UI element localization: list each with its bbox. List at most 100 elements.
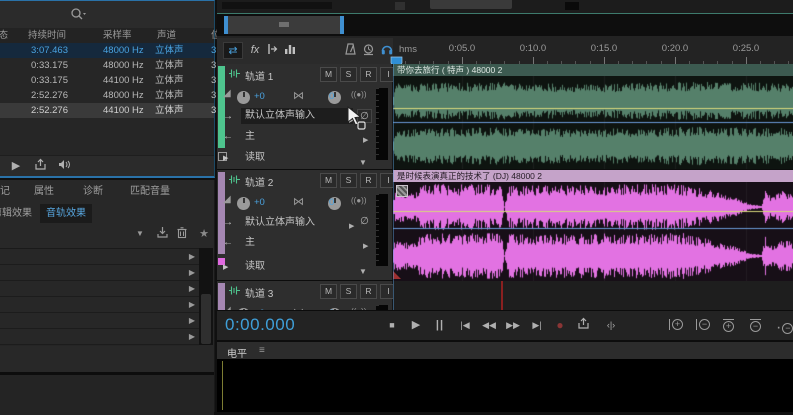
favorite-star-icon[interactable]: ★ (196, 226, 212, 242)
mute-button[interactable]: M (320, 173, 337, 188)
zoom-in-vertical-button[interactable]: ·−· (776, 319, 793, 337)
automation-dropdown-icon[interactable]: ▼ (359, 154, 367, 171)
effect-slot[interactable]: ▶ (0, 281, 199, 297)
tab-diagnostics[interactable]: 诊断 (83, 183, 103, 201)
slot-arrow-icon[interactable]: ▶ (189, 268, 195, 277)
solo-button[interactable]: S (340, 173, 357, 188)
autoplay-speaker-button[interactable] (56, 158, 72, 174)
effect-slot[interactable]: ▶ (0, 313, 199, 329)
slot-arrow-icon[interactable]: ▶ (189, 252, 195, 261)
subtab-track-effects[interactable]: 音轨效果 (40, 204, 92, 223)
slot-arrow-icon[interactable]: ▶ (189, 316, 195, 325)
col-status[interactable]: 状态 (0, 28, 12, 43)
delete-trash-icon[interactable] (174, 226, 190, 242)
file-row[interactable]: 3:07.463 48000 Hz 立体声 3 (0, 43, 214, 58)
effect-slot[interactable]: ▶ (0, 297, 199, 313)
metronome-icon[interactable] (343, 42, 358, 59)
track-input-selector[interactable]: 默认立体声输入 (241, 108, 353, 124)
clip-title[interactable]: 是时候表演真正的技术了 (DJ) 48000 2 (393, 170, 793, 182)
fast-forward-button[interactable]: ▶▶ (504, 317, 522, 333)
timeline-unit-label[interactable]: hms (399, 44, 417, 55)
move-tool-button[interactable]: ⇄ (223, 42, 243, 59)
tab-properties[interactable]: 属性 (34, 183, 54, 201)
zoom-navigator[interactable] (217, 14, 793, 36)
phase-invert-button[interactable]: ∅ (357, 215, 372, 229)
zoom-out-point-button[interactable]: − (696, 319, 710, 330)
clip-title[interactable]: 带你去旅行 ( 特声 ) 48000 2 (393, 64, 793, 76)
file-row[interactable]: 0:33.175 44100 Hz 立体声 3 (0, 73, 214, 88)
files-search-bar[interactable] (0, 1, 214, 29)
pan-value[interactable]: 0 (329, 197, 334, 208)
pause-button[interactable]: || (433, 317, 447, 333)
loop-playback-button[interactable] (575, 317, 591, 333)
volume-knob[interactable] (237, 91, 250, 104)
preset-dropdown-icon[interactable]: ▼ (132, 226, 148, 242)
record-button[interactable]: ● (553, 317, 567, 333)
skip-selection-icon[interactable] (361, 42, 376, 59)
search-icon[interactable] (70, 7, 86, 26)
subtab-clip-effects[interactable]: 剪辑效果 (0, 204, 38, 223)
skip-selection-button[interactable]: ‹|› (601, 317, 621, 333)
col-duration[interactable]: 持续时间 (28, 28, 66, 43)
slot-arrow-icon[interactable]: ▶ (189, 284, 195, 293)
monitor-input-icon[interactable]: ((●)) (351, 90, 367, 99)
mute-button[interactable]: M (320, 284, 337, 299)
input-expand-icon[interactable]: ▶ (349, 218, 354, 235)
pan-value[interactable]: 0 (329, 91, 334, 102)
effect-slot[interactable]: ▶ (0, 329, 199, 345)
track-name[interactable]: 轨道 1 (245, 68, 273, 83)
tab-markers[interactable]: 记 (0, 183, 10, 201)
volume-value[interactable]: +0 (254, 91, 265, 102)
play-button[interactable]: ▶ (409, 317, 423, 333)
fx-toggle-button[interactable]: fx (247, 42, 263, 59)
track1-clip[interactable]: 带你去旅行 ( 特声 ) 48000 2 (393, 64, 793, 169)
arm-record-button[interactable]: R (360, 284, 377, 299)
volume-knob[interactable] (237, 197, 250, 210)
time-display[interactable]: 0:00.000 (225, 315, 295, 335)
automation-dropdown-icon[interactable]: ▼ (359, 263, 367, 280)
zoom-in-point-button[interactable]: + (669, 319, 683, 330)
tab-match-loudness[interactable]: 匹配音量 (130, 183, 170, 201)
skip-to-end-button[interactable]: ▶| (528, 317, 546, 333)
panel-menu-icon[interactable]: ≡ (259, 345, 265, 356)
waveform-track1[interactable] (393, 76, 793, 169)
arm-record-button[interactable]: R (360, 67, 377, 82)
track3-clip-area[interactable] (393, 281, 793, 310)
rewind-button[interactable]: ◀◀ (480, 317, 498, 333)
stop-button[interactable]: ■ (385, 317, 399, 333)
track-expand-icon[interactable]: ▶ (223, 264, 228, 271)
track-output-selector[interactable]: 主 (245, 234, 255, 251)
export-file-button[interactable] (32, 158, 48, 174)
skip-to-start-button[interactable]: |◀ (456, 317, 474, 333)
track-expand-icon[interactable]: ▶ (223, 155, 228, 162)
effect-slot[interactable]: ▶ (0, 265, 199, 281)
mute-button[interactable]: M (320, 67, 337, 82)
effect-slot[interactable]: ▶ (0, 249, 199, 265)
clip-fx-badge[interactable] (396, 185, 408, 197)
volume-value[interactable]: +0 (254, 197, 265, 208)
track2-clip[interactable]: 是时候表演真正的技术了 (DJ) 48000 2 (393, 170, 793, 280)
navigator-range-handle[interactable] (224, 16, 344, 34)
timeline-ruler[interactable]: hms 0:05.0 0:10.0 0:15.0 0:20.0 0:25.0 (393, 38, 793, 65)
automation-mode-selector[interactable]: 读取 (245, 149, 265, 166)
slip-tool-button[interactable] (265, 42, 279, 59)
track-name[interactable]: 轨道 2 (245, 174, 273, 189)
waveform-track2[interactable] (393, 182, 793, 281)
track-name[interactable]: 轨道 3 (245, 285, 273, 300)
slot-arrow-icon[interactable]: ▶ (189, 332, 195, 341)
col-samplerate[interactable]: 采样率 (103, 28, 132, 43)
scrollbar-thumb[interactable] (201, 294, 211, 344)
play-file-button[interactable]: ▶ (8, 158, 24, 174)
track-output-selector[interactable]: 主 (245, 128, 255, 145)
automation-mode-selector[interactable]: 读取 (245, 258, 265, 275)
clip-fade-handle[interactable] (393, 271, 401, 279)
col-channels[interactable]: 声道 (157, 28, 176, 43)
file-row[interactable]: 0:33.175 48000 Hz 立体声 3 (0, 58, 214, 73)
zoom-out-horizontal-button[interactable]: − (750, 319, 761, 332)
slot-arrow-icon[interactable]: ▶ (189, 300, 195, 309)
monitor-input-icon[interactable]: ((●)) (351, 196, 367, 205)
zoom-in-horizontal-button[interactable]: + (723, 319, 734, 332)
metering-button[interactable] (283, 42, 297, 59)
levels-title[interactable]: 电平 (227, 345, 247, 360)
navigator-grip[interactable] (279, 22, 289, 27)
